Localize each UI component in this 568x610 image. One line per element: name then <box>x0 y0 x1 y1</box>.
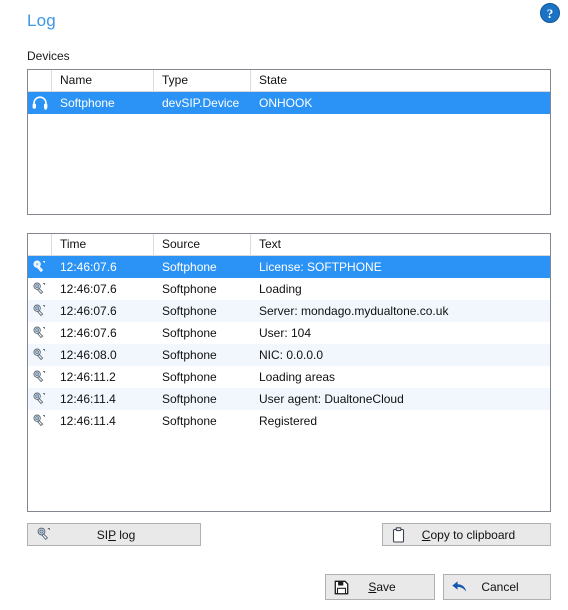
log-text: Loading <box>259 282 302 296</box>
log-text: Registered <box>259 414 318 428</box>
devices-body: Softphone devSIP.Device ONHOOK <box>28 92 550 114</box>
log-entry-icon <box>28 392 52 406</box>
log-column-time[interactable]: Time <box>52 234 154 255</box>
log-column-icon[interactable] <box>28 234 52 255</box>
log-body: 12:46:07.6 Softphone License: SOFTPHONE 12:… <box>28 256 550 432</box>
log-text: User: 104 <box>259 326 312 340</box>
log-time: 12:46:07.6 <box>60 326 117 340</box>
sip-log-button-label: SIP log <box>96 527 136 542</box>
help-question-icon: ? <box>546 5 554 21</box>
log-source: Softphone <box>162 282 217 296</box>
log-time: 12:46:07.6 <box>60 282 117 296</box>
log-column-source[interactable]: Source <box>154 234 251 255</box>
floppy-save-icon <box>326 580 356 595</box>
log-time: 12:46:07.6 <box>60 304 117 318</box>
clipboard-icon <box>383 526 413 543</box>
log-row[interactable]: 12:46:07.6 Softphone User: 104 <box>28 322 550 344</box>
save-button[interactable]: Save <box>325 574 435 600</box>
log-list[interactable]: Time Source Text 12:46:07.6 Softphone Lice… <box>27 233 551 512</box>
log-text: License: SOFTPHONE <box>259 260 382 274</box>
device-row[interactable]: Softphone devSIP.Device ONHOOK <box>28 92 550 114</box>
devices-section-label: Devices <box>27 49 70 63</box>
log-text: User agent: DualtoneCloud <box>259 392 404 406</box>
log-entry-icon <box>28 527 58 542</box>
page-title: Log <box>27 11 56 30</box>
log-text: NIC: 0.0.0.0 <box>259 348 324 362</box>
back-arrow-icon <box>444 580 474 594</box>
log-source: Softphone <box>162 260 217 274</box>
devices-header-row: Name Type State <box>28 70 550 92</box>
log-entry-icon <box>28 370 52 384</box>
help-button[interactable]: ? <box>540 3 560 23</box>
devices-column-name[interactable]: Name <box>52 70 154 91</box>
log-source: Softphone <box>162 414 217 428</box>
log-text: Loading areas <box>259 370 336 384</box>
device-state: ONHOOK <box>259 96 313 110</box>
log-entry-icon <box>28 282 52 296</box>
device-type: devSIP.Device <box>162 96 240 110</box>
sip-log-button[interactable]: SIP log <box>27 523 201 546</box>
headset-icon <box>28 96 52 110</box>
log-time: 12:46:11.4 <box>60 414 116 428</box>
log-entry-icon <box>28 348 52 362</box>
log-source: Softphone <box>162 326 217 340</box>
save-button-label: Save <box>368 580 396 594</box>
log-entry-icon <box>28 260 52 274</box>
devices-column-state[interactable]: State <box>251 70 550 91</box>
devices-column-type[interactable]: Type <box>154 70 251 91</box>
log-column-text[interactable]: Text <box>251 234 550 255</box>
log-time: 12:46:11.2 <box>60 370 116 384</box>
log-source: Softphone <box>162 370 217 384</box>
log-source: Softphone <box>162 348 217 362</box>
cancel-button[interactable]: Cancel <box>443 574 551 600</box>
devices-column-icon[interactable] <box>28 70 52 91</box>
log-time: 12:46:11.4 <box>60 392 116 406</box>
devices-list[interactable]: Name Type State Softphone devSIP.Device ON… <box>27 69 551 215</box>
log-row[interactable]: 12:46:11.4 Softphone Registered <box>28 410 550 432</box>
log-entry-icon <box>28 304 52 318</box>
log-time: 12:46:08.0 <box>60 348 117 362</box>
log-text: Server: mondago.mydualtone.co.uk <box>259 304 449 318</box>
copy-to-clipboard-button[interactable]: Copy to clipboard <box>382 523 551 546</box>
device-name: Softphone <box>60 96 115 110</box>
log-row[interactable]: 12:46:07.6 Softphone License: SOFTPHONE <box>28 256 550 278</box>
log-entry-icon <box>28 414 52 428</box>
log-row[interactable]: 12:46:07.6 Softphone Server: mondago.mydua… <box>28 300 550 322</box>
cancel-button-label: Cancel <box>481 580 519 594</box>
log-source: Softphone <box>162 392 217 406</box>
log-row[interactable]: 12:46:07.6 Softphone Loading <box>28 278 550 300</box>
log-row[interactable]: 12:46:11.2 Softphone Loading areas <box>28 366 550 388</box>
copy-to-clipboard-button-label: Copy to clipboard <box>421 527 516 542</box>
log-row[interactable]: 12:46:11.4 Softphone User agent: DualtoneC… <box>28 388 550 410</box>
log-source: Softphone <box>162 304 217 318</box>
log-entry-icon <box>28 326 52 340</box>
log-row[interactable]: 12:46:08.0 Softphone NIC: 0.0.0.0 <box>28 344 550 366</box>
log-header-row: Time Source Text <box>28 234 550 256</box>
log-time: 12:46:07.6 <box>60 260 117 274</box>
